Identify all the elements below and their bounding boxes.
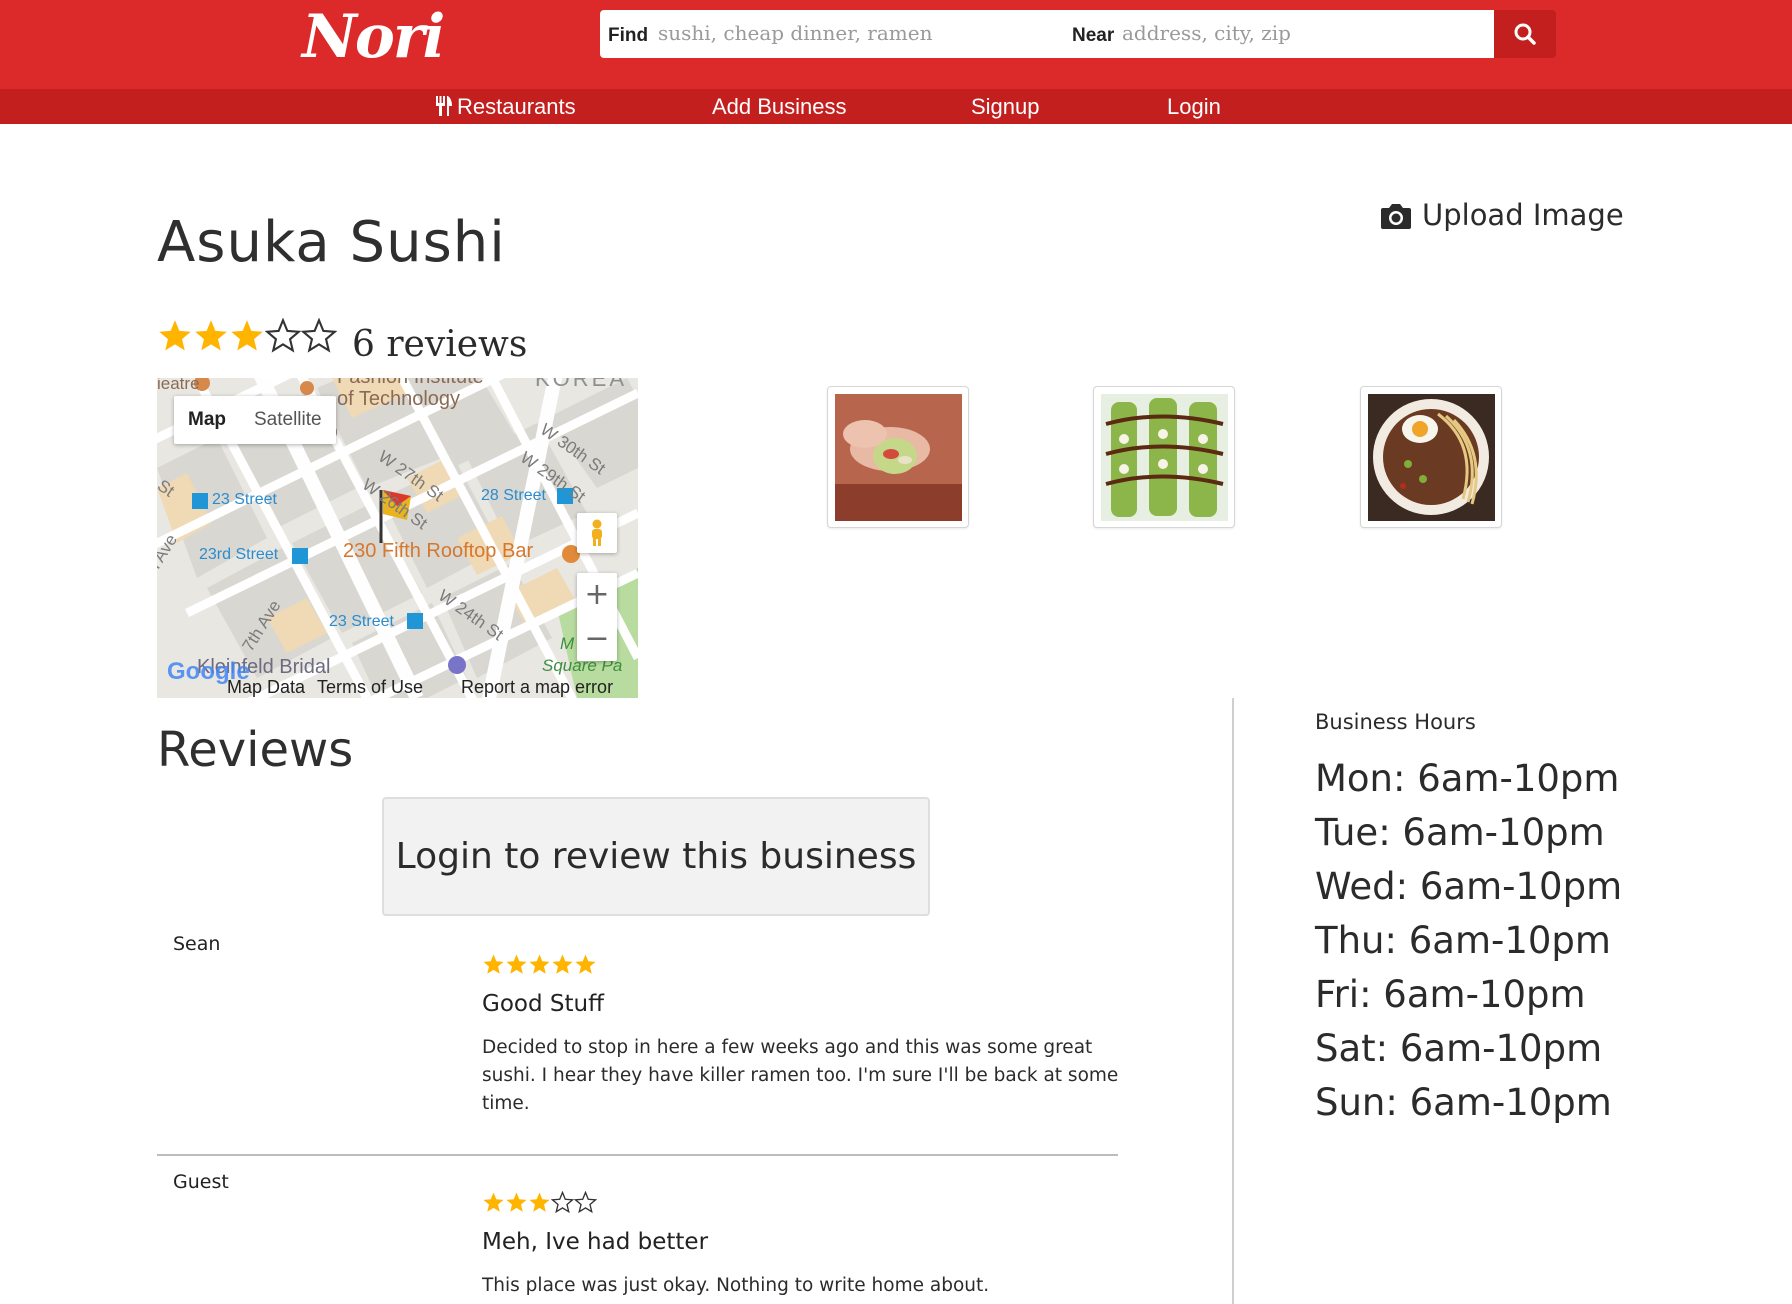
star-empty-icon xyxy=(574,1191,597,1214)
photo-avocado-rolls xyxy=(1101,394,1228,521)
near-input[interactable] xyxy=(1122,16,1482,50)
star-empty-icon xyxy=(265,318,301,353)
map-data-link[interactable]: Map Data xyxy=(227,676,305,698)
star-filled-icon xyxy=(529,1192,550,1212)
photo-hand-roll xyxy=(835,394,962,521)
find-label: Find xyxy=(608,25,649,46)
map-label-theatre: ieatre xyxy=(157,378,200,393)
map-label-23-street-m: 23 Street xyxy=(212,491,277,508)
login-to-review-button[interactable]: Login to review this business xyxy=(382,797,930,916)
map-label-korea: KOREA xyxy=(535,378,628,391)
map-type-satellite[interactable]: Satellite xyxy=(240,396,336,444)
star-filled-icon xyxy=(483,1192,504,1212)
hours-tuesday: Tue: 6am-10pm xyxy=(1315,811,1605,854)
star-filled-icon xyxy=(483,954,504,974)
photo-thumbnail-3[interactable] xyxy=(1360,386,1502,528)
star-filled-icon xyxy=(231,320,263,351)
star-filled-icon xyxy=(575,954,596,974)
business-rating: 6 reviews xyxy=(157,318,527,365)
star-filled-icon xyxy=(159,320,191,351)
content-divider xyxy=(1232,698,1234,1304)
hours-saturday: Sat: 6am-10pm xyxy=(1315,1027,1603,1070)
map-type-map[interactable]: Map xyxy=(174,396,240,444)
photo-ramen-bowl xyxy=(1368,394,1495,521)
review-body: This place was just okay. Nothing to wri… xyxy=(482,1275,990,1296)
hours-thursday: Thu: 6am-10pm xyxy=(1315,919,1611,962)
pegman-icon xyxy=(592,519,602,546)
business-name: Asuka Sushi xyxy=(157,210,506,275)
star-filled-icon xyxy=(506,954,527,974)
map-label-fit-2: of Technology xyxy=(337,388,461,410)
nav-signup[interactable]: Signup xyxy=(971,89,1040,124)
location-map[interactable]: ieatre Fashion Institute of Technology K… xyxy=(157,378,638,698)
photo-thumbnail-1[interactable] xyxy=(827,386,969,528)
hours-monday: Mon: 6am-10pm xyxy=(1315,757,1620,800)
search-button[interactable] xyxy=(1494,10,1556,58)
near-label: Near xyxy=(1072,25,1115,46)
street-view-pegman[interactable] xyxy=(577,513,617,553)
nav-login[interactable]: Login xyxy=(1167,89,1221,124)
zoom-control: + − xyxy=(577,573,617,661)
find-input[interactable] xyxy=(658,16,1048,50)
review-divider xyxy=(157,1154,1118,1156)
map-type-control: Map Satellite xyxy=(174,396,336,444)
nav-add-business[interactable]: Add Business xyxy=(712,89,847,124)
star-empty-icon xyxy=(301,318,337,353)
camera-icon xyxy=(1381,204,1411,229)
nav-restaurants-label: Restaurants xyxy=(457,94,576,119)
business-stars xyxy=(157,318,337,354)
star-filled-icon xyxy=(195,320,227,351)
hours-sunday: Sun: 6am-10pm xyxy=(1315,1081,1612,1124)
business-hours-list: Mon: 6am-10pm Tue: 6am-10pm Wed: 6am-10p… xyxy=(1315,752,1622,1130)
review-title: Meh, Ive had better xyxy=(482,1229,709,1255)
map-label-23rd-street: 23rd Street xyxy=(199,546,279,563)
utensils-icon xyxy=(436,96,452,116)
star-filled-icon xyxy=(529,954,550,974)
review-author: Sean xyxy=(173,933,221,955)
review-author: Guest xyxy=(173,1171,229,1193)
map-footer: Map Data Terms of Use Report a map error xyxy=(157,676,638,698)
business-hours-heading: Business Hours xyxy=(1315,710,1476,734)
search-icon xyxy=(1514,23,1536,45)
nav-restaurants[interactable]: Restaurants xyxy=(435,89,576,124)
review-stars xyxy=(482,953,597,976)
map-label-23-street-b: 23 Street xyxy=(329,613,394,630)
review-title: Good Stuff xyxy=(482,991,604,1017)
star-filled-icon xyxy=(552,954,573,974)
zoom-in-button[interactable]: + xyxy=(577,573,617,617)
terms-of-use-link[interactable]: Terms of Use xyxy=(317,676,423,698)
star-filled-icon xyxy=(506,1192,527,1212)
hours-friday: Fri: 6am-10pm xyxy=(1315,973,1586,1016)
map-label-28-street: 28 Street xyxy=(481,487,546,504)
hours-wednesday: Wed: 6am-10pm xyxy=(1315,865,1623,908)
zoom-out-button[interactable]: − xyxy=(577,617,617,661)
site-logo[interactable]: Nori xyxy=(302,2,445,72)
map-label-rooftop: 230 Fifth Rooftop Bar xyxy=(343,540,534,562)
reviews-heading: Reviews xyxy=(157,722,354,778)
report-map-error-link[interactable]: Report a map error xyxy=(461,676,613,698)
upload-image-label: Upload Image xyxy=(1422,198,1624,232)
review-body: Decided to stop in here a few weeks ago … xyxy=(482,1037,1119,1114)
nav-bar xyxy=(0,89,1792,124)
review-count[interactable]: 6 reviews xyxy=(352,324,527,365)
photo-thumbnail-2[interactable] xyxy=(1093,386,1235,528)
star-empty-icon xyxy=(551,1191,574,1214)
search-bar: Find Near xyxy=(600,10,1494,58)
review-stars xyxy=(482,1191,597,1214)
upload-image-button[interactable]: Upload Image xyxy=(1380,195,1624,235)
